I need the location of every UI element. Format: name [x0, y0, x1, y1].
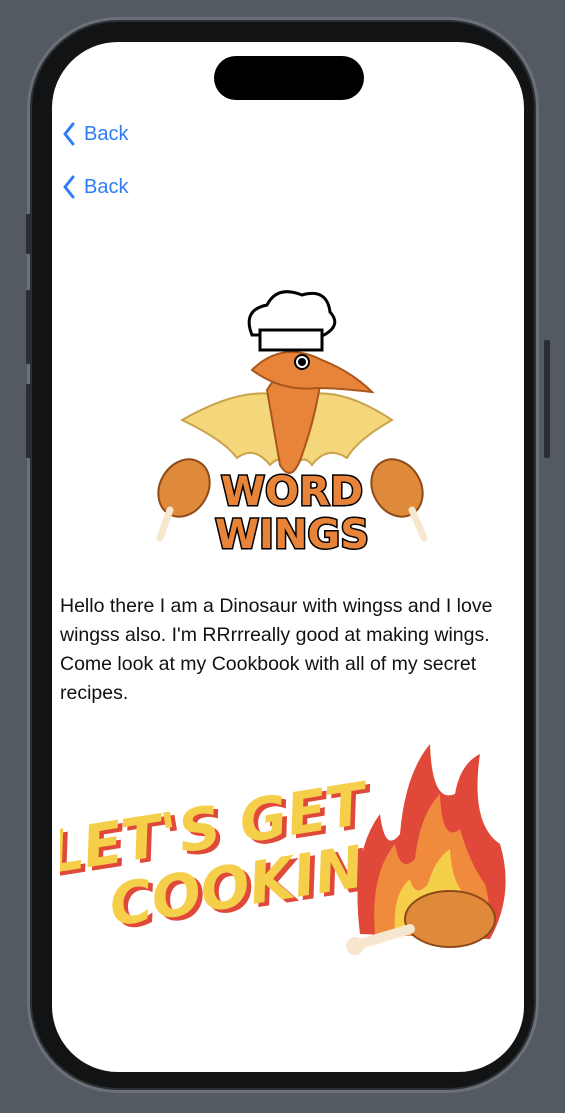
side-button-volume-down — [26, 384, 32, 458]
dynamic-island — [214, 56, 364, 100]
back-button-label: Back — [84, 175, 129, 198]
logo-word-text: WORD — [221, 469, 363, 515]
back-button[interactable]: Back — [62, 122, 128, 146]
back-button-label: Back — [84, 122, 129, 145]
word-wings-logo: WORD WINGS — [156, 290, 428, 560]
side-button-power — [544, 340, 550, 458]
drumstick-left-icon — [156, 458, 211, 542]
back-button-secondary[interactable]: Back — [62, 175, 128, 199]
logo-wings-text: WINGS — [215, 512, 369, 558]
chevron-left-icon — [63, 175, 75, 199]
bio-text: Hello there I am a Dinosaur with wingss … — [60, 595, 493, 704]
drumstick-right-icon — [370, 458, 428, 542]
lets-get-cookin-banner: LET'S GET LET'S GET COOKIN' COOKIN' — [60, 744, 506, 955]
side-button-action — [26, 214, 32, 254]
side-button-volume-up — [26, 290, 32, 364]
chevron-left-icon — [63, 122, 75, 146]
app-screen: Back Back WORD WINGS Hello there I am a … — [52, 42, 524, 1072]
